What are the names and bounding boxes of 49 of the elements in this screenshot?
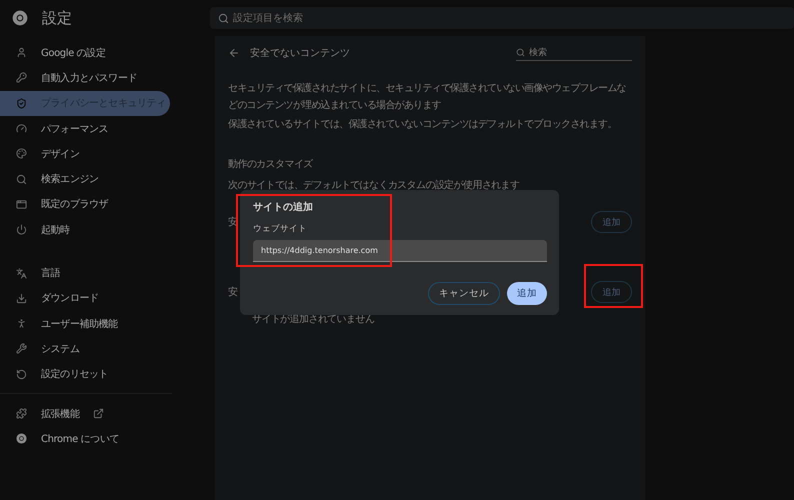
translate-icon [16,268,27,279]
sidebar-item[interactable]: 既定のブラウザ [0,192,170,218]
search-field[interactable]: 設定項目を検索 [210,7,794,29]
sidebar-item[interactable]: ダウンロード [0,286,170,311]
shield-icon [16,98,27,109]
sidebar-item[interactable]: Chrome について [0,426,170,452]
sidebar-item[interactable]: パフォーマンス [0,116,170,142]
cancel-button[interactable]: キャンセル [428,282,500,305]
back-arrow-icon[interactable] [228,47,240,59]
add-button[interactable]: 追加 [507,282,547,305]
sidebar-item[interactable]: ユーザー補助機能 [0,310,170,336]
dialog-title: サイトの追加 [253,200,314,214]
section-title: 動作のカスタマイズ [228,158,314,171]
sidebar-item[interactable]: システム [0,336,170,362]
external-link-icon [93,408,104,419]
wrench-icon [16,343,27,354]
description-text: セキュリティで保護されたサイトに、セキュリティで保護されていない画像やウェブフレームなどのコンテンツが埋め込まれている場合があります [228,82,627,113]
person-icon [16,318,27,330]
search-icon [16,174,27,185]
download-icon [16,292,27,304]
reset-icon [16,368,27,380]
sidebar-item[interactable]: Google の設定 [0,40,170,66]
description-text: 保護されているサイトでは、保護されていないコンテンツはデフォルトでブロックされます。 [228,118,618,132]
sidebar-item[interactable]: 設定のリセット [0,362,170,387]
browser-logo-icon [12,10,28,26]
sidebar-item[interactable]: デザイン [0,141,170,166]
search-icon [516,48,525,56]
person-icon [16,47,27,58]
window-icon [16,198,27,210]
page-title: 設定 [42,8,73,28]
row-label: 安 [228,286,238,299]
puzzle-icon [16,408,27,419]
search-field[interactable]: 検索 [516,46,632,60]
palette-icon [16,148,27,160]
sidebar-item[interactable]: 自動入力とパスワード [0,65,170,91]
sidebar-item[interactable]: 拡張機能 [0,400,170,426]
browser-logo-icon [16,433,27,444]
field-label: ウェブサイト [253,223,308,235]
highlight-frame [584,264,643,308]
gauge-icon [16,123,27,134]
section-note: 次のサイトでは、デフォルトではなくカスタムの設定が使用されます [228,178,520,192]
search-icon [218,12,229,24]
section-heading: 安全でないコンテンツ [250,46,350,60]
power-icon [16,224,27,236]
sidebar-item[interactable]: 検索エンジン [0,166,170,192]
website-input[interactable]: https://4ddig.tenorshare.com [253,240,547,262]
key-icon [16,72,27,84]
sidebar-item[interactable]: 言語 [0,260,170,286]
sidebar-item[interactable]: 起動時 [0,217,170,242]
